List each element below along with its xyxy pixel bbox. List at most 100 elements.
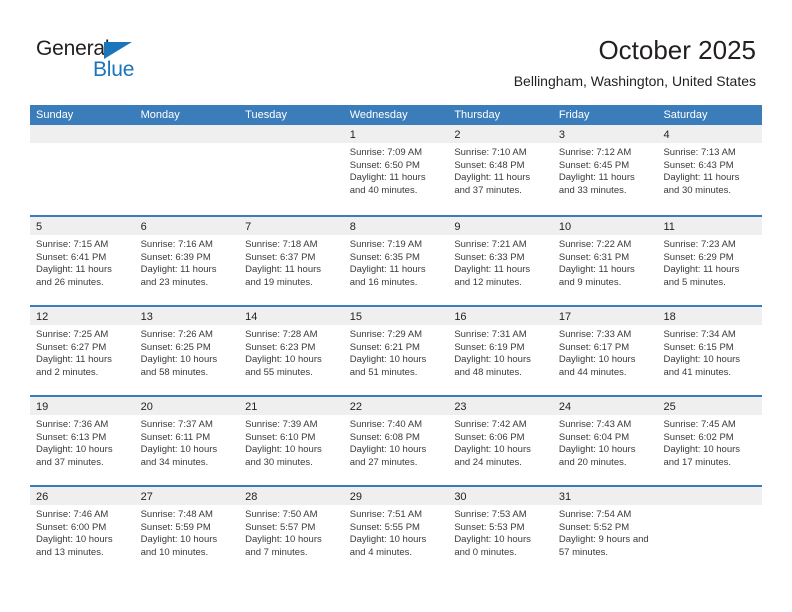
weekday-header-wednesday: Wednesday (349, 109, 408, 121)
sunrise-text: Sunrise: 7:54 AM (558, 509, 632, 520)
day-sun-info: Sunrise: 7:18 AM Sunset: 6:37 PM Daylight:… (239, 235, 344, 289)
day-sun-info: Sunrise: 7:26 AM Sunset: 6:25 PM Daylight:… (135, 325, 240, 379)
sunset-text: Sunset: 6:02 PM (663, 431, 734, 443)
general-blue-logo[interactable]: General Blue (36, 37, 166, 83)
day-number: 3 (558, 129, 566, 141)
day-number: 16 (454, 311, 467, 323)
day-cell-4[interactable]: 4 Sunrise: 7:13 AM Sunset: 6:43 PM Daylight… (657, 125, 763, 215)
daylight-text: Daylight: 11 hours and 12 minutes. (454, 264, 531, 288)
daylight-text: Daylight: 10 hours and 44 minutes. (558, 354, 636, 378)
day-cell-10[interactable]: 10 Sunrise: 7:22 AM Sunset: 6:31 PM Dayligh… (552, 217, 658, 305)
day-sun-info: Sunrise: 7:36 AM Sunset: 6:13 PM Daylight:… (30, 415, 135, 469)
day-cell-8[interactable]: 8 Sunrise: 7:19 AM Sunset: 6:35 PM Daylight… (343, 217, 449, 305)
day-cell-23[interactable]: 23 Sunrise: 7:42 AM Sunset: 6:06 PM Dayligh… (448, 397, 553, 485)
sunset-text: Sunset: 6:21 PM (349, 341, 420, 353)
calendar-week-row: 5 Sunrise: 7:15 AM Sunset: 6:41 PM Daylight… (30, 215, 763, 305)
daylight-text: Daylight: 10 hours and 30 minutes. (245, 444, 322, 468)
day-number: 27 (140, 491, 153, 503)
day-sun-info: Sunrise: 7:31 AM Sunset: 6:19 PM Daylight:… (448, 325, 553, 379)
day-number: 2 (454, 129, 461, 141)
day-sun-info: Sunrise: 7:09 AM Sunset: 6:50 PM Daylight:… (344, 143, 449, 197)
day-cell-31[interactable]: 31 Sunrise: 7:54 AM Sunset: 5:52 PM Dayligh… (552, 487, 658, 575)
day-number: 25 (663, 401, 676, 413)
sunrise-text: Sunrise: 7:51 AM (349, 509, 423, 520)
logo-text-blue: Blue (93, 58, 135, 81)
day-sun-info: Sunrise: 7:40 AM Sunset: 6:08 PM Daylight:… (344, 415, 449, 469)
daylight-text: Daylight: 11 hours and 19 minutes. (245, 264, 322, 288)
day-number: 1 (349, 129, 356, 141)
calendar-weeks: 1 Sunrise: 7:09 AM Sunset: 6:50 PM Daylight… (30, 125, 763, 575)
day-cell-11[interactable]: 11 Sunrise: 7:23 AM Sunset: 6:29 PM Dayligh… (657, 217, 763, 305)
day-cell-12[interactable]: 12 Sunrise: 7:25 AM Sunset: 6:27 PM Dayligh… (30, 307, 135, 395)
day-sun-info: Sunrise: 7:23 AM Sunset: 6:29 PM Daylight:… (657, 235, 762, 289)
day-cell-27[interactable]: 27 Sunrise: 7:48 AM Sunset: 5:59 PM Dayligh… (134, 487, 240, 575)
day-number-band: 4 (657, 125, 763, 143)
day-cell-24[interactable]: 24 Sunrise: 7:43 AM Sunset: 6:04 PM Dayligh… (552, 397, 658, 485)
day-sun-info: Sunrise: 7:34 AM Sunset: 6:15 PM Daylight:… (657, 325, 762, 379)
day-cell-26[interactable]: 26 Sunrise: 7:46 AM Sunset: 6:00 PM Dayligh… (30, 487, 135, 575)
day-cell-5[interactable]: 5 Sunrise: 7:15 AM Sunset: 6:41 PM Daylight… (30, 217, 135, 305)
sunset-text: Sunset: 6:45 PM (558, 159, 630, 171)
day-cell-18[interactable]: 18 Sunrise: 7:34 AM Sunset: 6:15 PM Dayligh… (657, 307, 763, 395)
weekday-header-saturday: Saturday (663, 109, 708, 121)
daylight-text: Daylight: 10 hours and 13 minutes. (36, 534, 113, 558)
day-cell-16[interactable]: 16 Sunrise: 7:31 AM Sunset: 6:19 PM Dayligh… (448, 307, 553, 395)
day-number-band: 31 (552, 487, 658, 505)
title-block: October 2025 Bellingham, Washington, Uni… (514, 34, 756, 90)
sunset-text: Sunset: 6:41 PM (36, 251, 107, 263)
day-number: 30 (454, 491, 467, 503)
day-cell-1[interactable]: 1 Sunrise: 7:09 AM Sunset: 6:50 PM Daylight… (343, 125, 449, 215)
day-sun-info: Sunrise: 7:12 AM Sunset: 6:45 PM Daylight:… (553, 143, 658, 197)
day-cell-13[interactable]: 13 Sunrise: 7:26 AM Sunset: 6:25 PM Dayligh… (134, 307, 240, 395)
day-cell-20[interactable]: 20 Sunrise: 7:37 AM Sunset: 6:11 PM Dayligh… (134, 397, 240, 485)
day-cell-17[interactable]: 17 Sunrise: 7:33 AM Sunset: 6:17 PM Dayligh… (552, 307, 658, 395)
day-cell-19[interactable]: 19 Sunrise: 7:36 AM Sunset: 6:13 PM Dayligh… (30, 397, 135, 485)
day-cell-15[interactable]: 15 Sunrise: 7:29 AM Sunset: 6:21 PM Dayligh… (343, 307, 449, 395)
day-cell-28[interactable]: 28 Sunrise: 7:50 AM Sunset: 5:57 PM Dayligh… (239, 487, 344, 575)
day-cell-14[interactable]: 14 Sunrise: 7:28 AM Sunset: 6:23 PM Dayligh… (239, 307, 344, 395)
calendar-page: General Blue October 2025 Bellingham, Wa… (0, 0, 792, 612)
day-sun-info: Sunrise: 7:45 AM Sunset: 6:02 PM Daylight:… (657, 415, 762, 469)
sunset-text: Sunset: 6:33 PM (454, 251, 525, 263)
calendar-week-row: 19 Sunrise: 7:36 AM Sunset: 6:13 PM Dayligh… (30, 395, 763, 485)
day-cell-9[interactable]: 9 Sunrise: 7:21 AM Sunset: 6:33 PM Daylight… (448, 217, 553, 305)
sunrise-text: Sunrise: 7:46 AM (36, 509, 109, 520)
sunset-text: Sunset: 6:06 PM (454, 431, 525, 443)
day-number-band: 8 (343, 217, 449, 235)
daylight-text: Daylight: 10 hours and 7 minutes. (245, 534, 322, 558)
day-cell-25[interactable]: 25 Sunrise: 7:45 AM Sunset: 6:02 PM Dayligh… (657, 397, 763, 485)
day-cell-29[interactable]: 29 Sunrise: 7:51 AM Sunset: 5:55 PM Dayligh… (343, 487, 449, 575)
sunrise-text: Sunrise: 7:28 AM (245, 329, 318, 340)
daylight-text: Daylight: 10 hours and 20 minutes. (558, 444, 636, 468)
sunset-text: Sunset: 6:29 PM (663, 251, 734, 263)
sunrise-text: Sunrise: 7:48 AM (140, 509, 213, 520)
day-cell-30[interactable]: 30 Sunrise: 7:53 AM Sunset: 5:53 PM Dayligh… (448, 487, 553, 575)
sunset-text: Sunset: 5:57 PM (245, 521, 316, 533)
day-sun-info: Sunrise: 7:21 AM Sunset: 6:33 PM Daylight:… (448, 235, 553, 289)
day-cell-6[interactable]: 6 Sunrise: 7:16 AM Sunset: 6:39 PM Daylight… (134, 217, 240, 305)
daylight-text: Daylight: 11 hours and 26 minutes. (36, 264, 112, 288)
daylight-text: Daylight: 9 hours and 57 minutes. (558, 534, 649, 558)
weekday-header-thursday: Thursday (454, 109, 501, 121)
day-cell-3[interactable]: 3 Sunrise: 7:12 AM Sunset: 6:45 PM Daylight… (552, 125, 658, 215)
day-cell-7[interactable]: 7 Sunrise: 7:18 AM Sunset: 6:37 PM Daylight… (239, 217, 344, 305)
day-number: 31 (558, 491, 572, 503)
day-cell-21[interactable]: 21 Sunrise: 7:39 AM Sunset: 6:10 PM Dayligh… (239, 397, 344, 485)
weekday-header-monday: Monday (140, 109, 180, 121)
sunset-text: Sunset: 6:35 PM (349, 251, 420, 263)
day-number-band: 16 (448, 307, 553, 325)
day-sun-info: Sunrise: 7:28 AM Sunset: 6:23 PM Daylight:… (239, 325, 344, 379)
daylight-text: Daylight: 10 hours and 48 minutes. (454, 354, 531, 378)
day-number: 18 (663, 311, 676, 323)
day-sun-info: Sunrise: 7:54 AM Sunset: 5:52 PM Daylight:… (553, 505, 658, 559)
day-cell-2[interactable]: 2 Sunrise: 7:10 AM Sunset: 6:48 PM Daylight… (448, 125, 553, 215)
sunrise-text: Sunrise: 7:45 AM (663, 419, 736, 430)
sunset-text: Sunset: 6:10 PM (245, 431, 316, 443)
day-cell-22[interactable]: 22 Sunrise: 7:40 AM Sunset: 6:08 PM Dayligh… (343, 397, 449, 485)
sunset-text: Sunset: 6:39 PM (140, 251, 211, 263)
daylight-text: Daylight: 10 hours and 55 minutes. (245, 354, 322, 378)
sunset-text: Sunset: 6:25 PM (140, 341, 211, 353)
day-number: 22 (349, 401, 362, 413)
day-sun-info: Sunrise: 7:48 AM Sunset: 5:59 PM Daylight:… (135, 505, 240, 559)
sunrise-text: Sunrise: 7:18 AM (245, 239, 318, 250)
